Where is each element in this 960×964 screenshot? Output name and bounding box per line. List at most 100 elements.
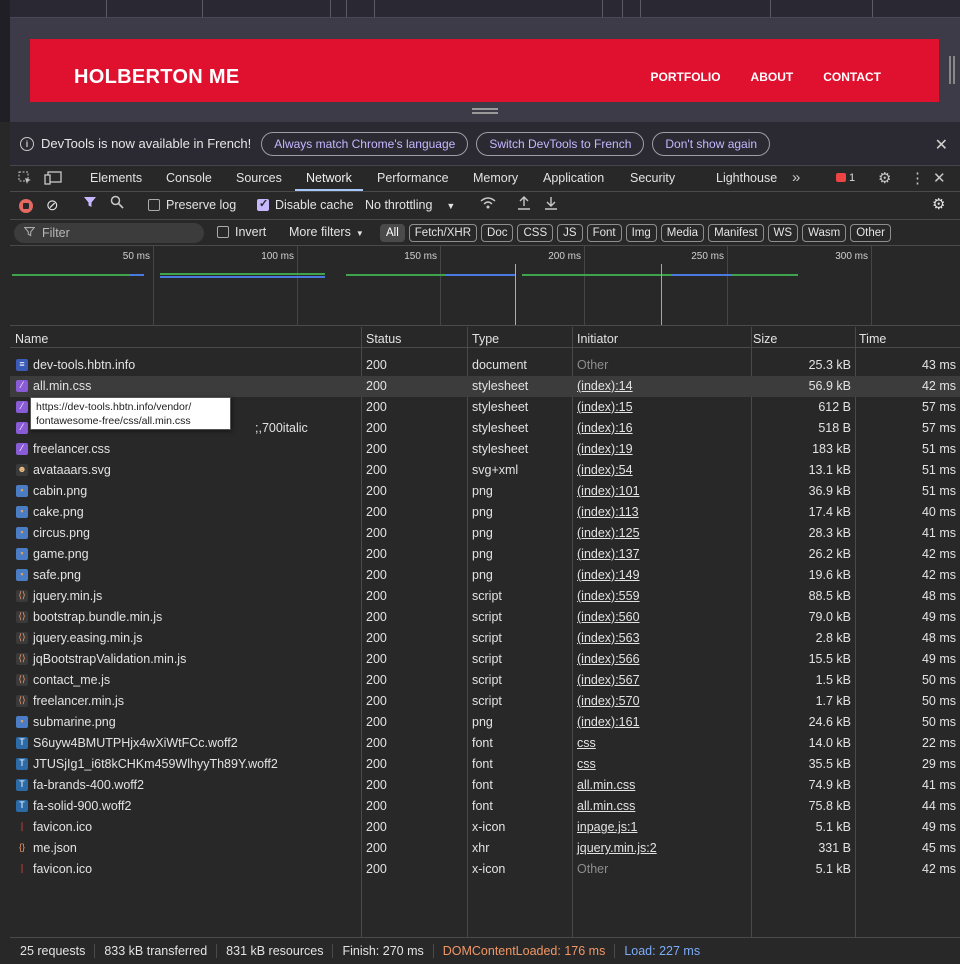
request-initiator[interactable]: (index):137 <box>577 547 640 561</box>
request-name[interactable]: bootstrap.bundle.min.js <box>33 610 162 624</box>
site-logo[interactable]: HOLBERTON ME <box>74 66 239 89</box>
preserve-log-checkbox[interactable]: Preserve log <box>148 198 236 212</box>
request-initiator[interactable]: (index):101 <box>577 484 640 498</box>
request-initiator[interactable]: (index):149 <box>577 568 640 582</box>
table-row[interactable]: ⟨⟩ contact_me.js 200 script (index):567 1.5 k… <box>10 670 960 691</box>
request-name[interactable]: cabin.png <box>33 484 87 498</box>
request-name[interactable]: favicon.ico <box>33 820 92 834</box>
chip-wasm[interactable]: Wasm <box>802 224 847 242</box>
viewport-resize-handle[interactable] <box>949 56 955 84</box>
disable-cache-checkbox[interactable]: Disable cache <box>257 197 354 212</box>
request-name[interactable]: jquery.easing.min.js <box>33 631 143 645</box>
inspect-element-icon[interactable] <box>18 171 32 188</box>
request-name[interactable]: freelancer.css <box>33 442 110 456</box>
request-name[interactable]: jquery.min.js <box>33 589 102 603</box>
table-row[interactable]: ⁄ freelancer.css 200 stylesheet (index):19 18… <box>10 439 960 460</box>
request-name[interactable]: dev-tools.hbtn.info <box>33 358 135 372</box>
tab-elements[interactable]: Elements <box>90 166 142 191</box>
request-initiator[interactable]: (index):15 <box>577 400 633 414</box>
request-initiator[interactable]: (index):566 <box>577 652 640 666</box>
column-header-status[interactable]: Status <box>366 332 401 346</box>
tab-performance[interactable]: Performance <box>377 166 449 191</box>
tab-network[interactable]: Network <box>295 166 363 191</box>
table-row[interactable]: ⟨⟩ bootstrap.bundle.min.js 200 script (index… <box>10 607 960 628</box>
request-name[interactable]: fa-solid-900.woff2 <box>33 799 131 813</box>
switch-to-french-button[interactable]: Switch DevTools to French <box>476 131 645 156</box>
chip-js[interactable]: JS <box>557 224 583 242</box>
more-tabs-chevron-icon[interactable]: » <box>792 169 800 186</box>
chip-css[interactable]: CSS <box>517 224 554 242</box>
chip-img[interactable]: Img <box>625 224 657 242</box>
request-initiator[interactable]: (index):560 <box>577 610 640 624</box>
chip-ws[interactable]: WS <box>767 224 799 242</box>
more-filters-dropdown[interactable]: More filters ▼ <box>289 225 364 239</box>
nav-portfolio-link[interactable]: PORTFOLIO <box>651 70 721 84</box>
table-row[interactable]: ⟨⟩ jquery.easing.min.js 200 script (index):5… <box>10 628 960 649</box>
dont-show-again-button[interactable]: Don't show again <box>652 131 771 156</box>
request-initiator[interactable]: (index):54 <box>577 463 633 477</box>
request-name[interactable]: contact_me.js <box>33 673 110 687</box>
table-row[interactable]: ▪ submarine.png 200 png (index):161 24.6 kB 50… <box>10 712 960 733</box>
request-name[interactable]: submarine.png <box>33 715 116 729</box>
request-initiator[interactable]: css <box>577 736 596 750</box>
close-devtools-icon[interactable]: ✕ <box>933 169 946 187</box>
request-name[interactable]: jqBootstrapValidation.min.js <box>33 652 186 666</box>
tab-security[interactable]: Security <box>630 166 675 191</box>
import-har-icon[interactable] <box>517 196 531 213</box>
request-name[interactable]: S6uyw4BMUTPHjx4wXiWtFCc.woff2 <box>33 736 238 750</box>
table-row[interactable]: ❘ favicon.ico 200 x-icon inpage.js:1 5.1 kB 49… <box>10 817 960 838</box>
request-name[interactable]: game.png <box>33 547 89 561</box>
viewport-height-handle[interactable] <box>472 108 498 114</box>
request-name[interactable]: JTUSjIg1_i6t8kCHKm459WlhyyTh89Y.woff2 <box>33 757 278 771</box>
chip-font[interactable]: Font <box>586 224 622 242</box>
column-header-initiator[interactable]: Initiator <box>577 332 618 346</box>
table-row[interactable]: T S6uyw4BMUTPHjx4wXiWtFCc.woff2 200 font css… <box>10 733 960 754</box>
request-initiator[interactable]: (index):570 <box>577 694 640 708</box>
throttling-select[interactable]: No throttling ▼ <box>365 198 455 212</box>
request-name[interactable]: safe.png <box>33 568 81 582</box>
table-row[interactable]: Tfa-solid-900.woff2 200 font all.min.css 75.… <box>10 796 960 817</box>
nav-about-link[interactable]: ABOUT <box>751 70 794 84</box>
request-initiator[interactable]: (index):19 <box>577 442 633 456</box>
device-toolbar-icon[interactable] <box>44 171 62 188</box>
table-row[interactable]: ☻ avataaars.svg 200 svg+xml (index):54 13.1 k… <box>10 460 960 481</box>
tab-memory[interactable]: Memory <box>473 166 518 191</box>
invert-checkbox[interactable]: Invert <box>217 225 266 239</box>
tab-sources[interactable]: Sources <box>236 166 282 191</box>
table-row[interactable]: ⟨⟩ jquery.min.js 200 script (index):559 88.5 … <box>10 586 960 607</box>
tab-lighthouse[interactable]: Lighthouse <box>716 166 777 191</box>
table-row[interactable]: ▪ game.png 200 png (index):137 26.2 kB 42 ms <box>10 544 960 565</box>
filter-input[interactable]: Filter <box>14 223 204 243</box>
chip-other[interactable]: Other <box>850 224 891 242</box>
request-initiator[interactable]: (index):14 <box>577 379 633 393</box>
request-initiator[interactable]: (index):563 <box>577 631 640 645</box>
table-row[interactable]: ⁄ all.min.css 200 stylesheet (index):14 56.9 … <box>10 376 960 397</box>
table-row[interactable]: ≡ dev-tools.hbtn.info 200 document Other 25.3… <box>10 355 960 376</box>
table-row[interactable]: ❘ favicon.ico 200 x-icon Other 5.1 kB 42 ms <box>10 859 960 880</box>
chip-doc[interactable]: Doc <box>481 224 514 242</box>
request-name[interactable]: cake.png <box>33 505 84 519</box>
request-initiator[interactable]: (index):161 <box>577 715 640 729</box>
chip-media[interactable]: Media <box>660 224 705 242</box>
request-initiator[interactable]: all.min.css <box>577 778 635 792</box>
chip-fetch-xhr[interactable]: Fetch/XHR <box>408 224 478 242</box>
request-name[interactable]: freelancer.min.js <box>33 694 124 708</box>
table-row[interactable]: ▪ cabin.png 200 png (index):101 36.9 kB 51 ms <box>10 481 960 502</box>
chip-all[interactable]: All <box>380 224 405 242</box>
more-options-icon[interactable]: ⋮ <box>910 169 925 187</box>
tab-application[interactable]: Application <box>543 166 604 191</box>
column-header-time[interactable]: Time <box>859 332 886 346</box>
export-har-icon[interactable] <box>544 196 558 213</box>
request-initiator[interactable]: (index):125 <box>577 526 640 540</box>
request-initiator[interactable]: css <box>577 757 596 771</box>
request-name[interactable]: ;,700italic <box>255 421 308 435</box>
request-initiator[interactable]: (index):113 <box>577 505 639 519</box>
nav-contact-link[interactable]: CONTACT <box>823 70 881 84</box>
table-row[interactable]: ▪ safe.png 200 png (index):149 19.6 kB 42 ms <box>10 565 960 586</box>
table-row[interactable]: T JTUSjIg1_i6t8kCHKm459WlhyyTh89Y.woff2 20… <box>10 754 960 775</box>
table-row[interactable]: ⟨⟩ freelancer.min.js 200 script (index):570 1… <box>10 691 960 712</box>
search-icon[interactable] <box>110 195 124 212</box>
chip-manifest[interactable]: Manifest <box>708 224 764 242</box>
request-initiator[interactable]: jquery.min.js:2 <box>577 841 657 855</box>
close-icon[interactable]: ✕ <box>935 135 948 155</box>
